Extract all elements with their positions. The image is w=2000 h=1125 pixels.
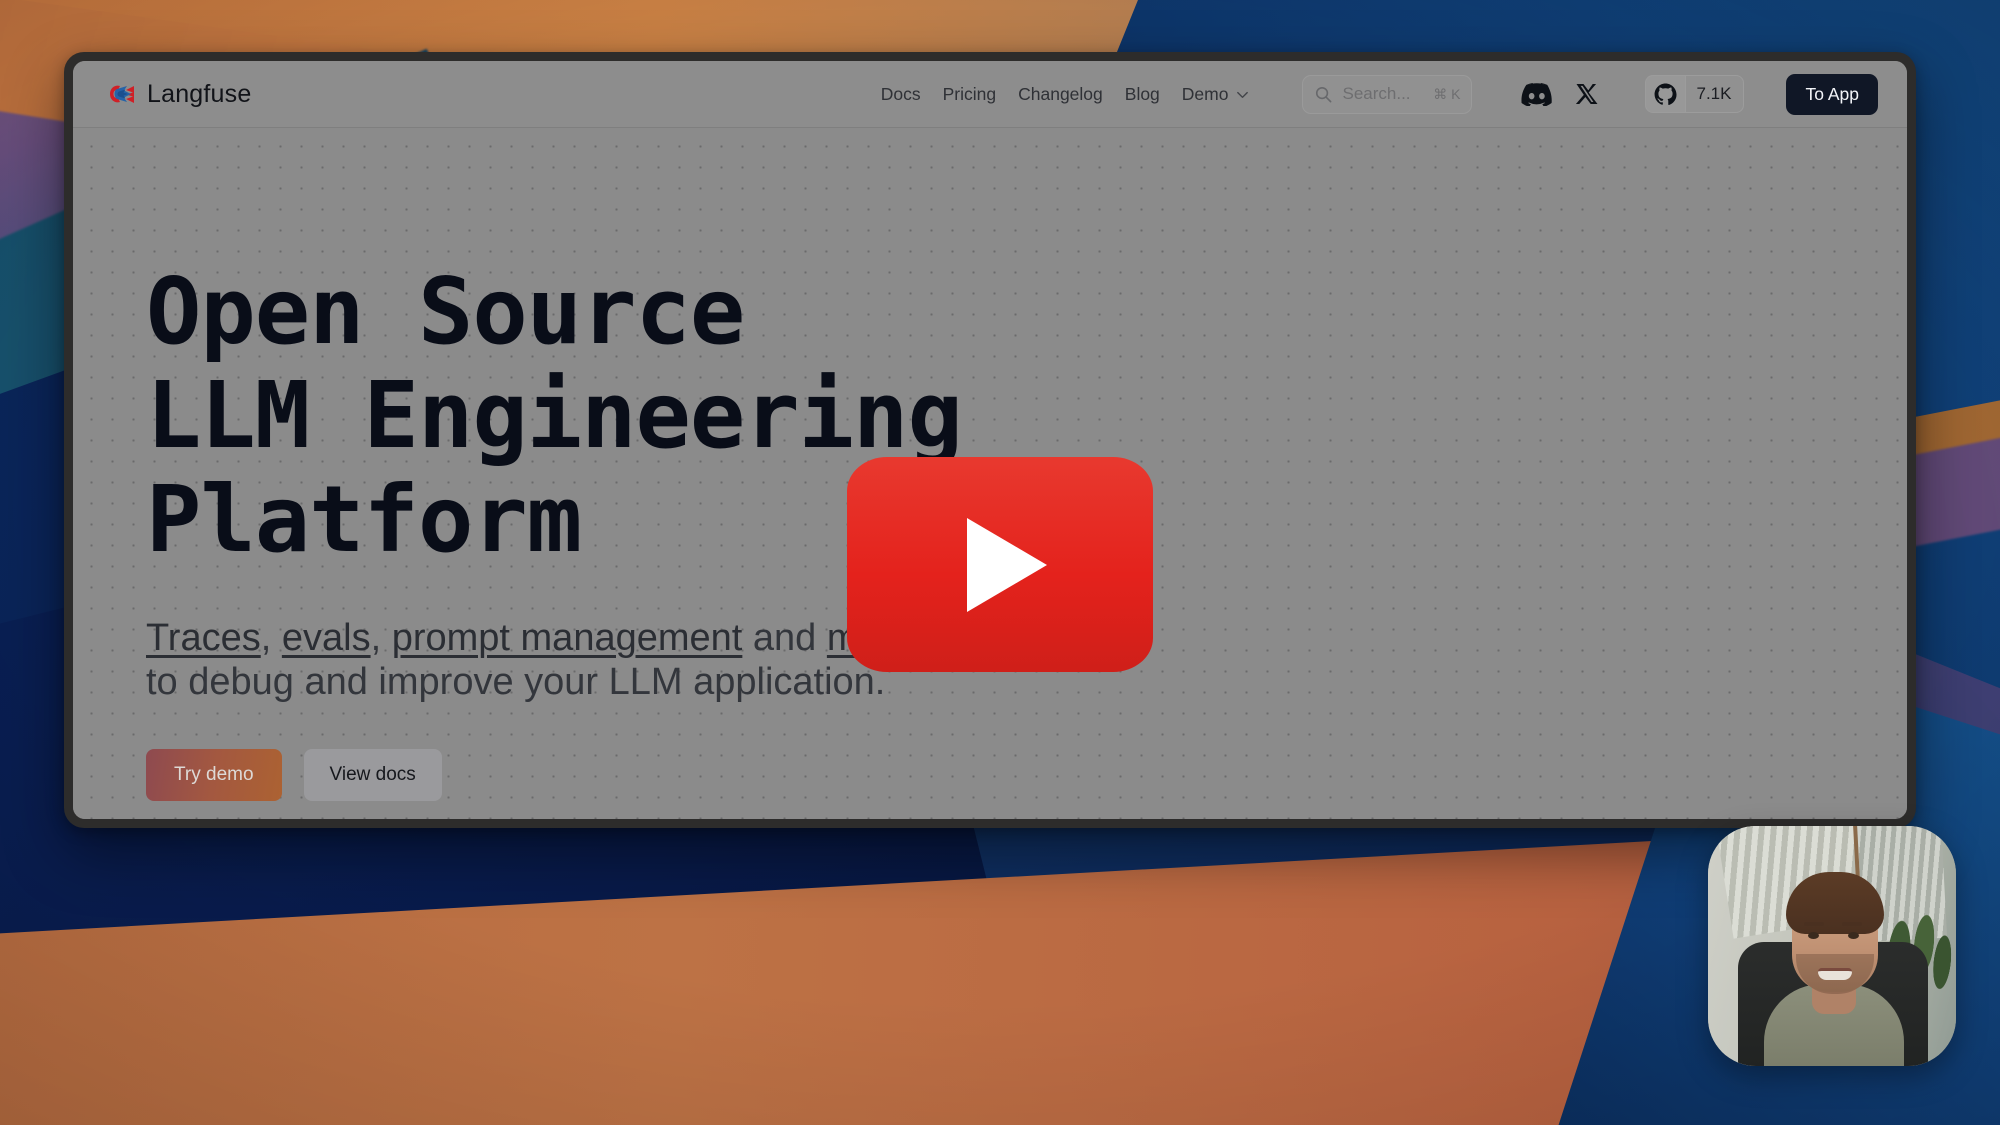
langfuse-logo-icon: [110, 85, 134, 103]
webcam-person-mouth: [1818, 968, 1852, 980]
hero-subtitle: Traces, evals, prompt management and met…: [146, 616, 1396, 705]
x-link[interactable]: [1575, 82, 1599, 106]
hero-title-line-2: LLM Engineering: [146, 361, 963, 469]
site-navbar: Langfuse Docs Pricing Changelog Blog Dem…: [73, 61, 1907, 128]
webcam-person-eye-right: [1848, 932, 1859, 939]
try-demo-button[interactable]: Try demo: [146, 748, 282, 801]
hero-subtitle-sep-3: and: [742, 616, 827, 659]
webcam-person-brow-left: [1804, 922, 1824, 926]
hero-title-line-3: Platform: [146, 465, 582, 573]
hero-subtitle-sep-2: ,: [370, 616, 392, 659]
nav-links: Docs Pricing Changelog Blog Demo Search.…: [881, 73, 1878, 115]
search-input[interactable]: Search... ⌘ K: [1302, 74, 1473, 114]
chevron-down-icon: [1237, 91, 1249, 98]
hero-buttons: Try demo View docs: [146, 748, 1907, 801]
github-icon-wrapper: [1646, 76, 1686, 112]
search-shortcut-hint: ⌘ K: [1433, 85, 1461, 102]
x-icon: [1576, 84, 1598, 104]
search-icon: [1316, 86, 1332, 102]
social-icons: [1521, 82, 1599, 106]
discord-link[interactable]: [1521, 82, 1553, 106]
github-stars-button[interactable]: 7.1K: [1645, 75, 1745, 113]
webcam-bubble[interactable]: [1708, 826, 1956, 1066]
hero-link-prompt-management[interactable]: prompt management: [392, 617, 743, 659]
play-triangle-icon: [967, 517, 1047, 612]
search-placeholder: Search...: [1342, 84, 1411, 103]
nav-link-docs[interactable]: Docs: [881, 84, 921, 105]
discord-icon: [1521, 82, 1553, 106]
github-stars-count: 7.1K: [1685, 76, 1743, 112]
brand-name: Langfuse: [147, 79, 252, 108]
hero-link-traces[interactable]: Traces: [146, 617, 261, 659]
webcam-person-brow-right: [1842, 922, 1862, 926]
nav-link-pricing[interactable]: Pricing: [943, 84, 997, 105]
nav-link-demo[interactable]: Demo: [1182, 84, 1251, 105]
to-app-button[interactable]: To App: [1786, 73, 1878, 115]
hero-title-line-1: Open Source: [146, 258, 745, 365]
browser-viewport: Langfuse Docs Pricing Changelog Blog Dem…: [73, 61, 1907, 819]
nav-link-blog[interactable]: Blog: [1125, 84, 1160, 105]
hero-subtitle-sep-1: ,: [260, 616, 282, 659]
brand-logo-link[interactable]: Langfuse: [109, 80, 251, 109]
webcam-person-eye-left: [1808, 932, 1819, 939]
github-icon: [1655, 82, 1678, 105]
browser-window: Langfuse Docs Pricing Changelog Blog Dem…: [64, 52, 1916, 828]
youtube-play-button[interactable]: [847, 457, 1153, 672]
hero-subtitle-line-2: to debug and improve your LLM applicatio…: [146, 661, 886, 704]
view-docs-button[interactable]: View docs: [303, 748, 442, 801]
nav-link-changelog[interactable]: Changelog: [1018, 84, 1103, 105]
hero-link-evals[interactable]: evals: [282, 617, 371, 659]
nav-link-demo-label: Demo: [1181, 83, 1229, 104]
